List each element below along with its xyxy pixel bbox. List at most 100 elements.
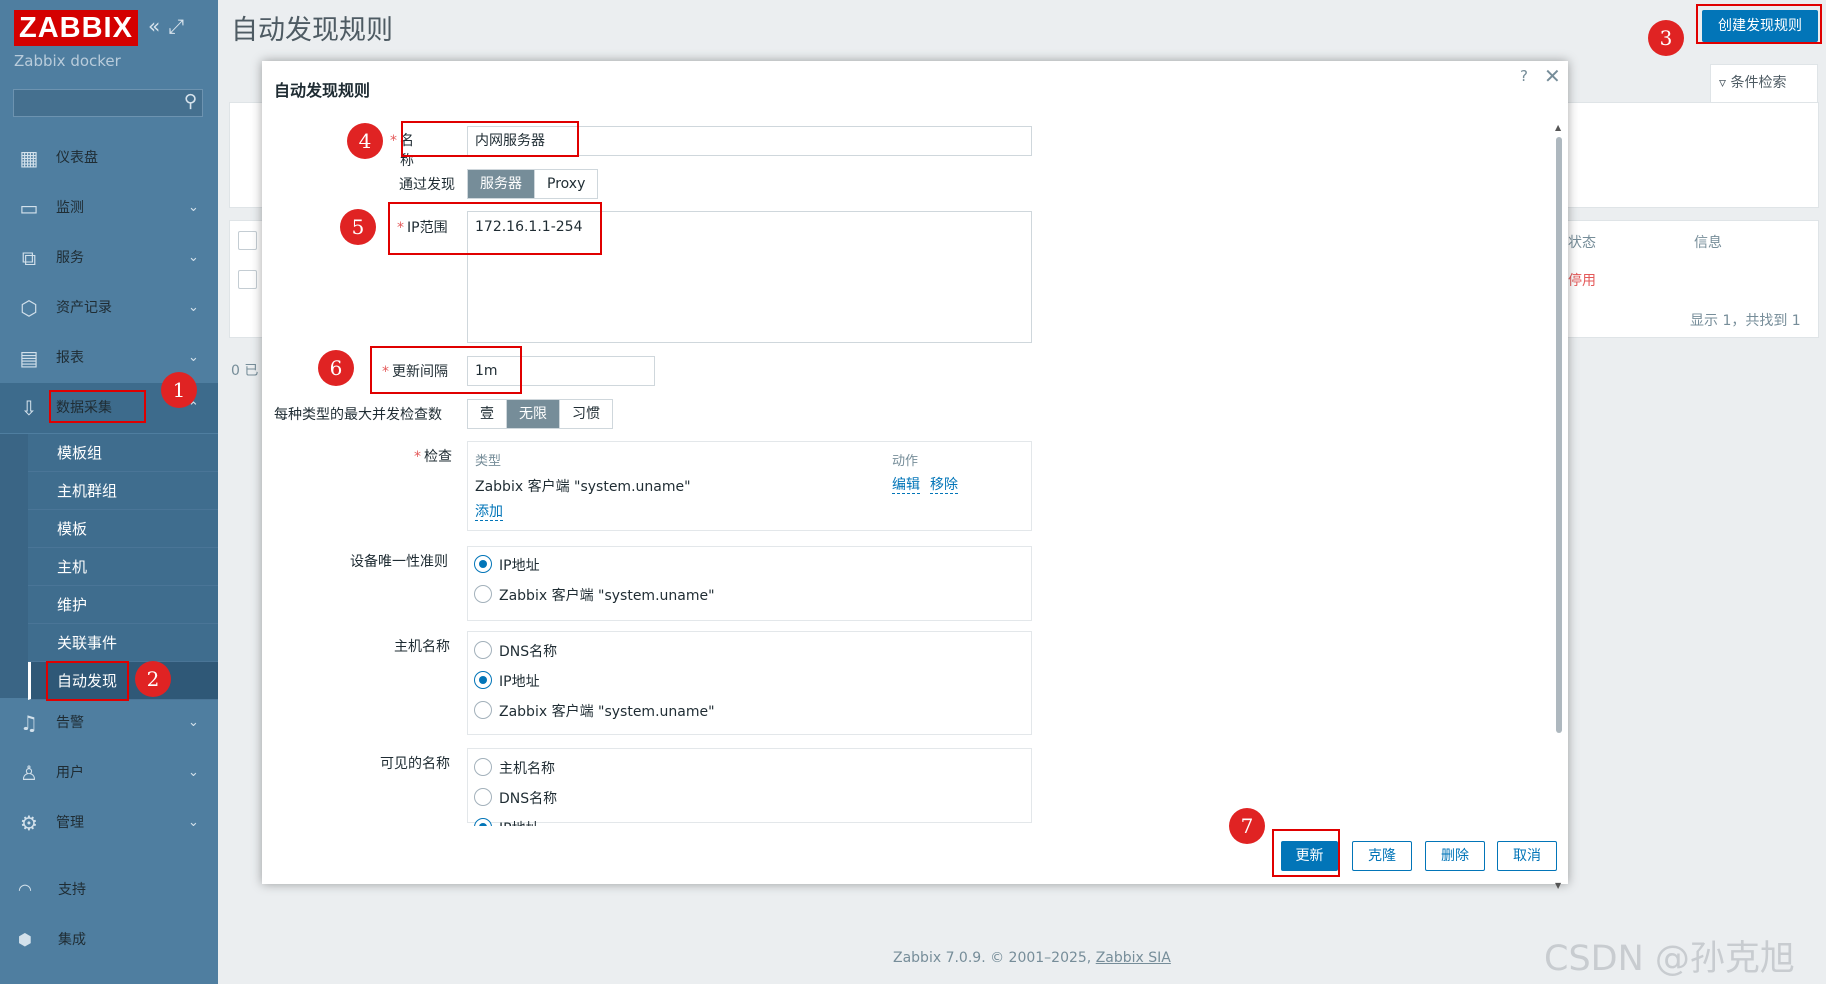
uniqueness-radio-ip[interactable] (474, 555, 492, 573)
check-remove-link[interactable]: 移除 (930, 477, 958, 494)
nav-dashboard[interactable]: ▦ 仪表盘 (0, 133, 218, 183)
hostname-option-label: DNS名称 (499, 644, 558, 660)
nav-integrations[interactable]: ⬢ 集成 (0, 920, 218, 960)
submenu-strip (0, 434, 28, 698)
chevron-down-icon: ⌄ (188, 200, 199, 215)
visible-name-option-label: 主机名称 (499, 761, 555, 777)
page-title: 自动发现规则 (231, 15, 393, 46)
checks-col-type: 类型 (475, 454, 502, 469)
nav-label: 管理 (56, 815, 84, 831)
filter-icon: ▿ (1719, 75, 1727, 91)
annotation-badge: 6 (318, 350, 354, 386)
visible-name-radio-dns[interactable] (474, 788, 492, 806)
check-item-name: Zabbix 客户端 "system.uname" (475, 479, 691, 495)
nav-label: 仪表盘 (56, 150, 98, 166)
chevron-down-icon: ⌄ (188, 815, 199, 830)
uniqueness-group (467, 546, 1032, 621)
select-all-checkbox[interactable] (238, 231, 257, 250)
nav-label: 用户 (56, 765, 84, 781)
annotation-badge: 7 (1229, 808, 1265, 844)
max-checks-one[interactable]: 壹 (468, 400, 507, 428)
visible-name-radio-hostname[interactable] (474, 758, 492, 776)
column-header-status[interactable]: 状态 (1568, 232, 1596, 252)
scrollbar-thumb[interactable] (1556, 137, 1562, 733)
discovery-rule-dialog: 自动发现规则 ? ✕ ▲ ▼ * 名称 内网服务器 通过发现 服务器 Proxy … (262, 61, 1568, 890)
uniqueness-label: 设备唯一性准则 (350, 554, 448, 570)
discovery-by-label: 通过发现 (399, 177, 455, 193)
discovery-by-proxy[interactable]: Proxy (535, 170, 598, 198)
help-icon[interactable]: ? (1520, 67, 1528, 85)
nav-users[interactable]: ♙ 用户 ⌄ (0, 748, 218, 798)
dashboard-icon: ▦ (19, 146, 39, 170)
scroll-down-icon[interactable]: ▼ (1555, 881, 1561, 890)
filter-tab-label: 条件检索 (1730, 75, 1787, 91)
watermark: CSDN @孙克旭 (1544, 939, 1795, 979)
integrations-icon: ⬢ (18, 930, 32, 949)
reports-icon: ▤ (19, 346, 39, 370)
sidebar-tools: «⤢ (148, 14, 192, 38)
submenu-hosts[interactable]: 主机 (28, 548, 218, 586)
scroll-up-icon[interactable]: ▲ (1555, 123, 1561, 132)
gear-icon: ⚙ (20, 811, 38, 835)
clone-button[interactable]: 克隆 (1352, 841, 1412, 871)
discovery-by-toggle: 服务器 Proxy (467, 169, 599, 199)
nav-label: 服务 (56, 250, 84, 266)
annotation-box (401, 121, 579, 157)
uniqueness-option-label: IP地址 (499, 558, 540, 574)
discovery-by-server[interactable]: 服务器 (468, 170, 535, 198)
uniqueness-option-label: Zabbix 客户端 "system.uname" (499, 588, 715, 604)
annotation-badge: 4 (347, 123, 383, 159)
submenu-event-correlation[interactable]: 关联事件 (28, 624, 218, 662)
annotation-box (370, 346, 522, 394)
max-checks-unlimited[interactable]: 无限 (507, 400, 560, 428)
close-icon[interactable]: ✕ (1544, 64, 1561, 88)
nav-label: 监测 (56, 200, 84, 216)
row-checkbox[interactable] (238, 270, 257, 289)
submenu-templates[interactable]: 模板 (28, 510, 218, 548)
annotation-badge: 2 (135, 661, 171, 697)
annotation-box (46, 661, 129, 701)
selected-count: 0 已 (231, 363, 259, 379)
search-icon[interactable]: ⚲ (184, 91, 197, 112)
hostname-label: 主机名称 (394, 639, 450, 655)
nav-alerts[interactable]: ♫ 告警 ⌄ (0, 698, 218, 748)
uniqueness-radio-agent[interactable] (474, 585, 492, 603)
annotation-box (1696, 4, 1822, 44)
hostname-option-label: IP地址 (499, 674, 540, 690)
submenu-maintenance[interactable]: 维护 (28, 586, 218, 624)
max-checks-custom[interactable]: 习惯 (560, 400, 612, 428)
kiosk-mode-icon[interactable]: ⤢ (168, 14, 184, 38)
delete-button[interactable]: 删除 (1425, 841, 1485, 871)
dialog-scrollbar[interactable]: ▲ ▼ (1555, 123, 1562, 890)
zabbix-logo[interactable]: ZABBIX (14, 10, 138, 46)
collapse-sidebar-icon[interactable]: « (148, 14, 160, 38)
check-edit-link[interactable]: 编辑 (892, 477, 920, 494)
filter-tab[interactable]: ▿ 条件检索 (1710, 64, 1818, 102)
sidebar: ZABBIX «⤢ Zabbix docker ⚲ ▦ 仪表盘 ▭ 监测 ⌄ ⧉… (0, 0, 218, 984)
hostname-radio-dns[interactable] (474, 641, 492, 659)
sidebar-search-input[interactable]: ⚲ (13, 89, 203, 117)
visible-name-radio-ip[interactable] (474, 818, 492, 826)
annotation-badge: 3 (1648, 20, 1684, 56)
nav-services[interactable]: ⧉ 服务 ⌄ (0, 233, 218, 283)
nav-label: 资产记录 (56, 300, 112, 316)
submenu-template-groups[interactable]: 模板组 (28, 434, 218, 472)
nav-monitoring[interactable]: ▭ 监测 ⌄ (0, 183, 218, 233)
footer-company-link[interactable]: Zabbix SIA (1096, 950, 1171, 966)
nav-administration[interactable]: ⚙ 管理 ⌄ (0, 798, 218, 848)
hostname-radio-ip[interactable] (474, 671, 492, 689)
data-collection-icon: ⇩ (20, 396, 38, 420)
users-icon: ♙ (20, 761, 38, 785)
cancel-button[interactable]: 取消 (1497, 841, 1557, 871)
hostname-option-label: Zabbix 客户端 "system.uname" (499, 704, 715, 720)
nav-support[interactable]: ◠ 支持 (0, 870, 218, 910)
nav-label: 支持 (58, 882, 86, 898)
check-add-link[interactable]: 添加 (475, 504, 503, 521)
hostname-radio-agent[interactable] (474, 701, 492, 719)
submenu-host-groups[interactable]: 主机群组 (28, 472, 218, 510)
status-badge[interactable]: 停用 (1568, 270, 1596, 290)
footer-version: Zabbix 7.0.9. © 2001–2025, (893, 950, 1092, 966)
visible-name-clip: IP地址 (467, 812, 1032, 826)
nav-inventory[interactable]: ⬡ 资产记录 ⌄ (0, 283, 218, 333)
chevron-down-icon: ⌄ (188, 765, 199, 780)
